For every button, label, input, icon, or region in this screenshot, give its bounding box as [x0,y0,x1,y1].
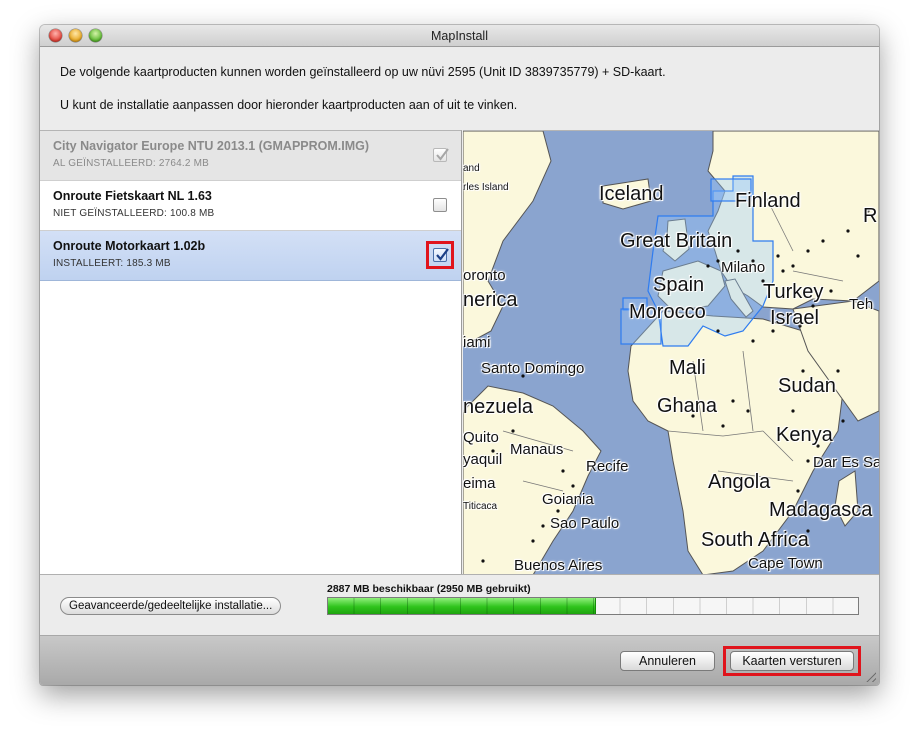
window-title: MapInstall [431,29,488,43]
map-label: Israel [770,307,819,329]
product-status: INSTALLEERT: 185.3 MB [53,258,171,269]
map-label: nezuela [463,396,534,418]
map-label: yaquil [463,451,503,468]
map-label: Sao Paulo [550,515,620,532]
progress-fill [328,598,596,614]
product-checkbox-fietskaart[interactable] [433,198,447,212]
intro-text-instructions: U kunt de installatie aanpassen door hie… [60,98,518,112]
coverage-map[interactable]: and rles Island Iceland Finland R Great … [463,130,879,574]
storage-available-text: 2887 MB beschikbaar (2950 MB gebruikt) [327,583,531,595]
map-label: Kenya [776,424,833,446]
map-label: Cape Town [748,555,823,572]
map-label: rles Island [463,182,509,193]
progress-fill-segments [328,598,595,614]
product-checkbox-motorkaart[interactable] [433,248,449,262]
map-label: Goiania [542,491,594,508]
map-label: Teh [849,296,874,313]
product-status: AL GEÏNSTALLEERD: 2764.2 MB [53,158,210,169]
map-label: R [863,205,878,227]
cancel-button[interactable]: Annuleren [620,651,715,671]
map-label: Buenos Aires [514,557,603,574]
dialog-footer: Annuleren Kaarten versturen [40,636,879,685]
map-label: Titicaca [463,501,498,512]
map-label: Madagasca [769,499,873,521]
map-label: nerica [463,289,518,311]
map-label: Quito [463,429,499,446]
product-name: City Navigator Europe NTU 2013.1 (GMAPPR… [53,139,370,153]
map-label: Santo Domingo [481,360,585,377]
map-label: Sudan [778,375,836,397]
map-label: eima [463,475,496,492]
product-checkbox-city-navigator[interactable] [433,148,449,162]
map-label: Spain [653,274,705,296]
storage-usage-bar [327,597,859,615]
map-label: iami [463,334,491,351]
map-label: Turkey [763,281,824,303]
product-name: Onroute Motorkaart 1.02b [53,239,206,253]
map-label: Mali [669,357,706,379]
map-label: Manaus [510,441,564,458]
checkmark-icon [436,148,449,161]
map-label: Morocco [629,301,706,323]
send-maps-button[interactable]: Kaarten versturen [730,651,854,671]
map-label: Recife [586,458,629,475]
intro-text-device: De volgende kaartproducten kunnen worden… [60,65,666,79]
product-list: City Navigator Europe NTU 2013.1 (GMAPPR… [40,130,462,574]
title-bar[interactable]: MapInstall [40,25,879,47]
map-label: Finland [735,190,801,212]
checkmark-icon [436,248,449,261]
resize-grip-icon[interactable] [864,670,876,682]
map-label: Great Britain [620,230,733,252]
product-name: Onroute Fietskaart NL 1.63 [53,189,212,203]
product-item-motorkaart[interactable]: Onroute Motorkaart 1.02b INSTALLEERT: 18… [40,231,461,281]
map-label: Angola [708,471,771,493]
product-item-fietskaart[interactable]: Onroute Fietskaart NL 1.63 NIET GEÏNSTAL… [40,181,461,231]
map-label: Dar Es Sa [813,454,879,471]
product-status: NIET GEÏNSTALLEERD: 100.8 MB [53,208,215,219]
mapinstall-window: MapInstall De volgende kaartproducten ku… [40,25,879,685]
map-label: Ghana [657,395,718,417]
map-label: South Africa [701,529,809,551]
map-label: Milano [721,259,766,276]
advanced-installation-button[interactable]: Geavanceerde/gedeeltelijke installatie..… [60,597,282,615]
product-item-city-navigator[interactable]: City Navigator Europe NTU 2013.1 (GMAPPR… [40,131,461,181]
storage-panel: Geavanceerde/gedeeltelijke installatie..… [40,574,879,636]
map-label: oronto [463,267,506,284]
map-label: Iceland [599,183,664,205]
map-label: and [463,163,480,174]
